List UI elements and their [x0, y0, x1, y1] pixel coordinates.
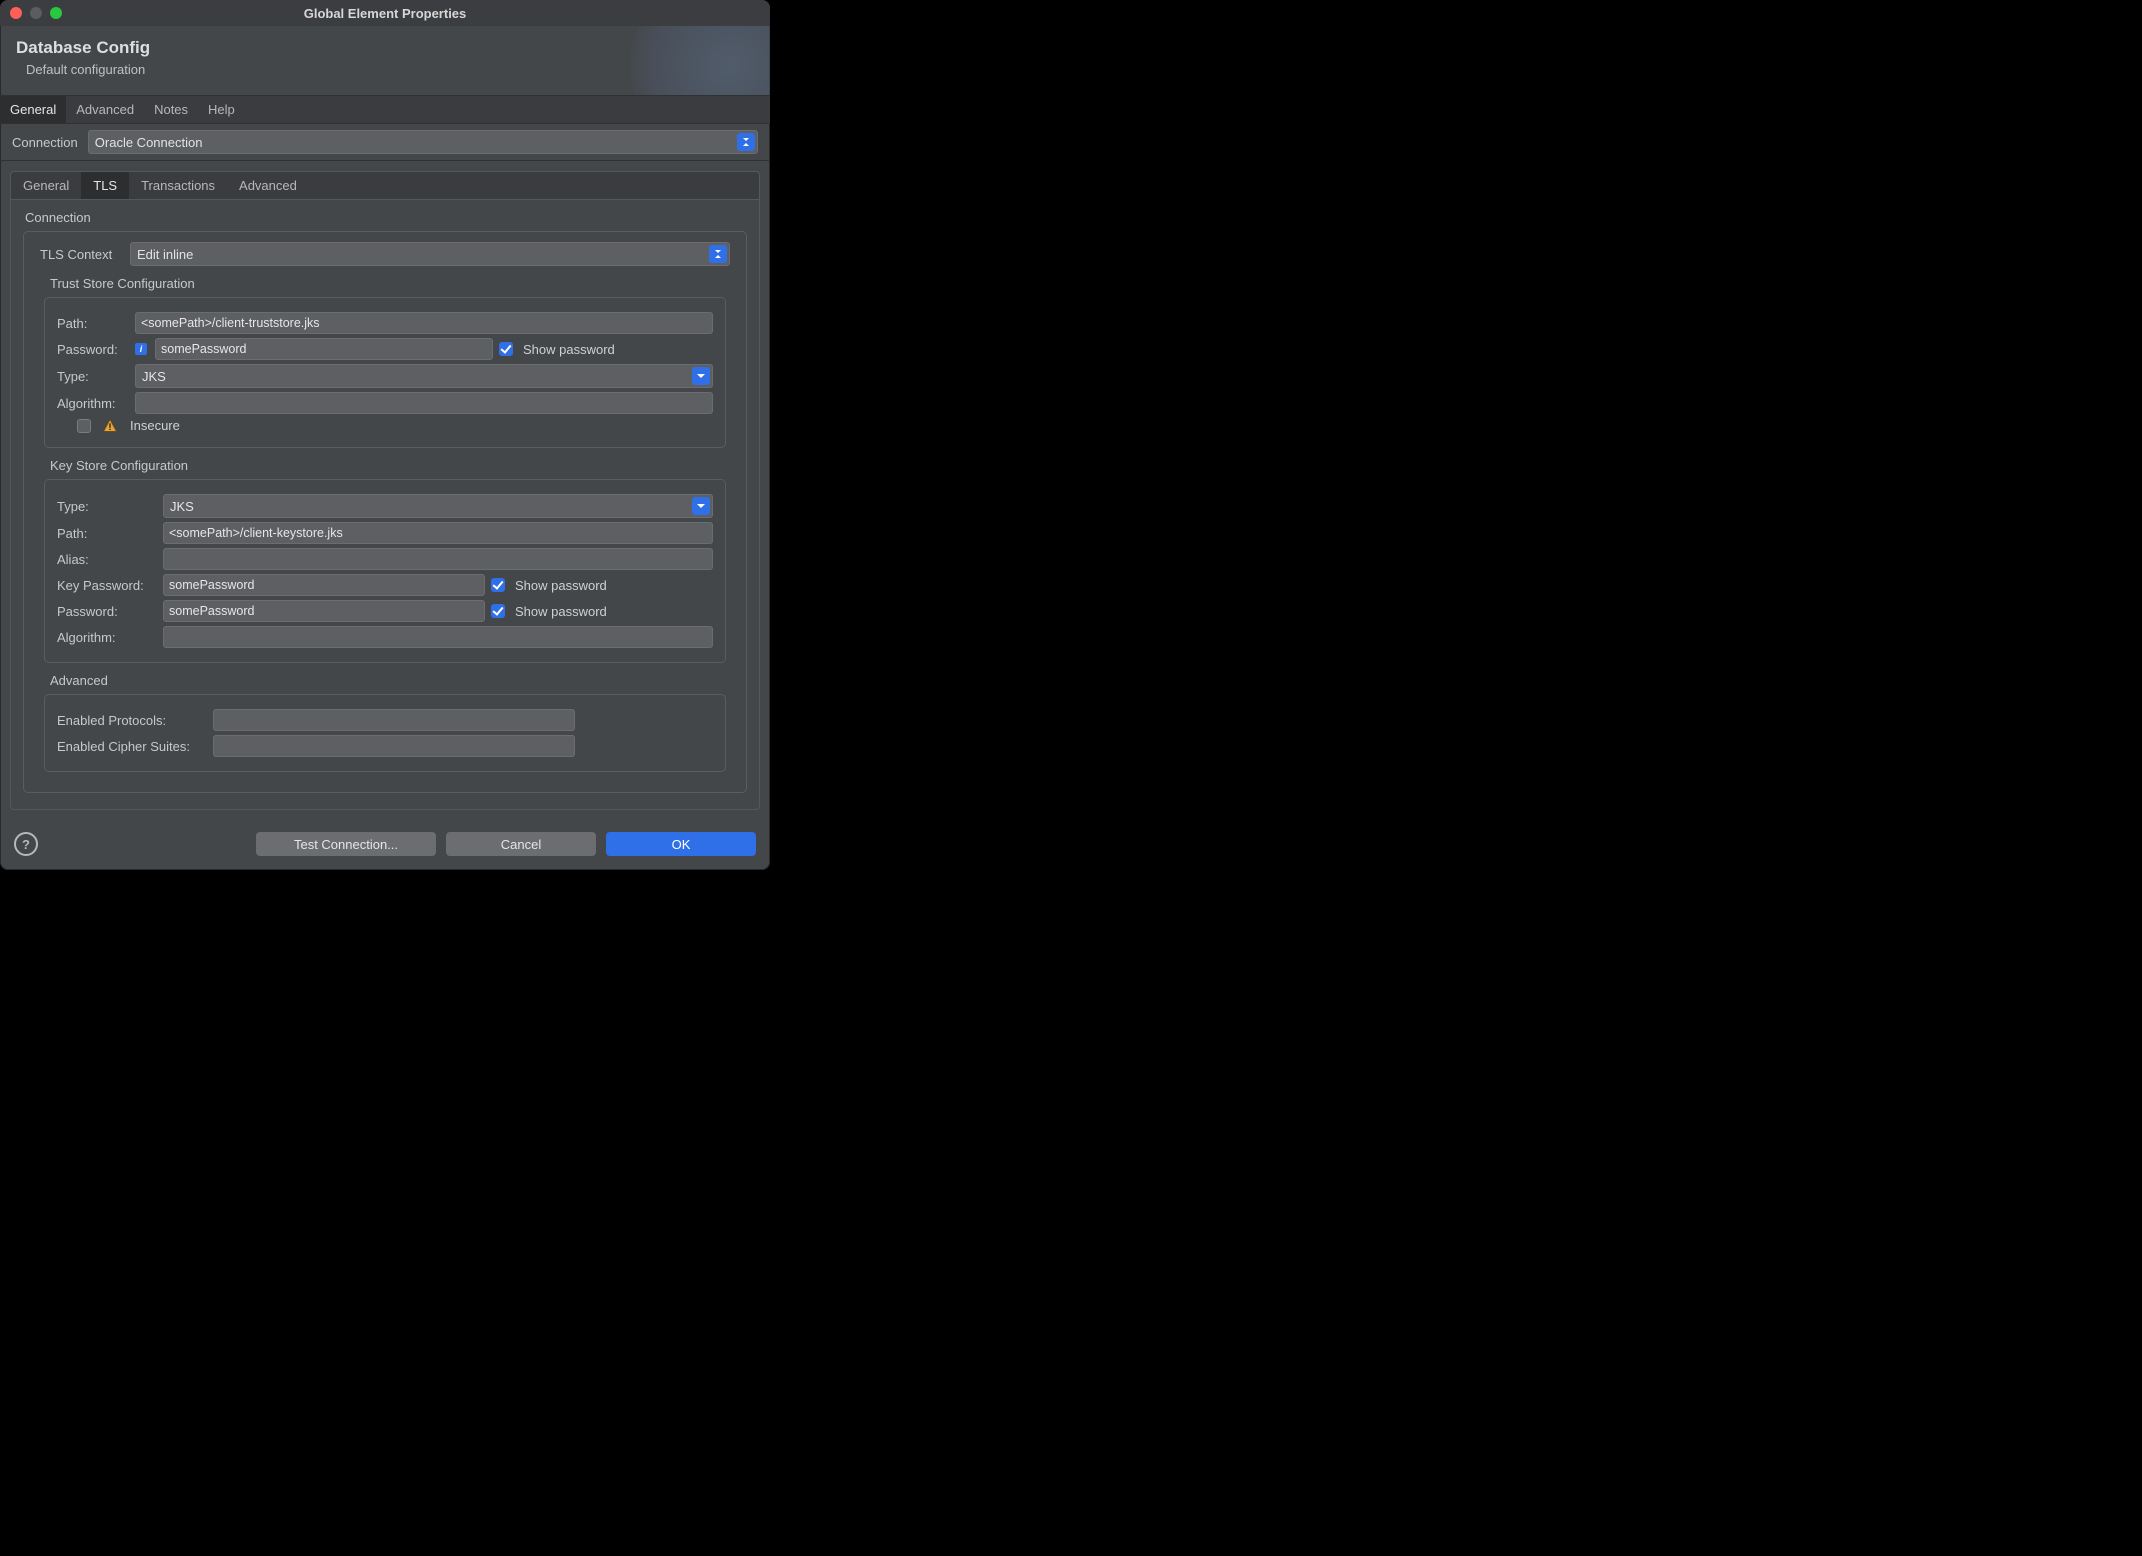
cancel-button[interactable]: Cancel: [446, 832, 596, 856]
keystore-show-password-checkbox[interactable]: [491, 604, 505, 618]
keystore-show-password-label: Show password: [515, 604, 607, 619]
truststore-algorithm-input[interactable]: [135, 392, 713, 414]
truststore-showpassword-checkbox[interactable]: [499, 342, 513, 356]
inner-tab-tls[interactable]: TLS: [81, 172, 129, 199]
truststore-algorithm-row: Algorithm:: [57, 392, 713, 414]
truststore-type-value: JKS: [142, 369, 166, 384]
info-icon: i: [135, 343, 147, 355]
header-decoration: [630, 26, 770, 96]
window-title: Global Element Properties: [0, 6, 770, 21]
dialog-footer: ? Test Connection... Cancel OK: [0, 820, 770, 870]
enabled-ciphers-input[interactable]: [213, 735, 575, 757]
connection-value: Oracle Connection: [95, 135, 203, 150]
tab-notes[interactable]: Notes: [144, 96, 198, 123]
enabled-ciphers-row: Enabled Cipher Suites:: [57, 735, 713, 757]
window-close-button[interactable]: [10, 7, 22, 19]
truststore-type-dropdown[interactable]: JKS: [135, 364, 713, 388]
help-button[interactable]: ?: [14, 832, 38, 856]
truststore-path-input[interactable]: [135, 312, 713, 334]
inner-tab-general[interactable]: General: [11, 172, 81, 199]
window-minimize-button[interactable]: [30, 7, 42, 19]
enabled-protocols-row: Enabled Protocols:: [57, 709, 713, 731]
inner-tabbar: General TLS Transactions Advanced: [11, 172, 759, 200]
tls-context-value: Edit inline: [137, 247, 193, 262]
chevron-down-icon: [692, 367, 710, 385]
keystore-path-label: Path:: [57, 526, 157, 541]
truststore-insecure-row: Insecure: [57, 418, 713, 433]
dropdown-arrow-icon: [709, 245, 727, 263]
tls-advanced-title: Advanced: [50, 673, 736, 688]
truststore-type-label: Type:: [57, 369, 129, 384]
question-icon: ?: [22, 837, 30, 852]
inner-tab-transactions[interactable]: Transactions: [129, 172, 227, 199]
truststore-password-label: Password:: [57, 342, 129, 357]
titlebar: Global Element Properties: [0, 0, 770, 26]
keystore-password-row: Password: Show password: [57, 600, 713, 622]
truststore-password-input[interactable]: [155, 338, 493, 360]
inner-tab-advanced[interactable]: Advanced: [227, 172, 309, 199]
keystore-show-keypassword-label: Show password: [515, 578, 607, 593]
keystore-keypassword-label: Key Password:: [57, 578, 157, 593]
tab-help[interactable]: Help: [198, 96, 245, 123]
window-zoom-button[interactable]: [50, 7, 62, 19]
truststore-title: Trust Store Configuration: [50, 276, 736, 291]
keystore-type-value: JKS: [170, 499, 194, 514]
keystore-password-label: Password:: [57, 604, 157, 619]
tls-connection-group: TLS Context Edit inline Trust Store Conf…: [23, 231, 747, 793]
tls-context-label: TLS Context: [40, 247, 124, 262]
truststore-path-row: Path:: [57, 312, 713, 334]
keystore-alias-label: Alias:: [57, 552, 157, 567]
tls-context-dropdown[interactable]: Edit inline: [130, 242, 730, 266]
connection-label: Connection: [12, 135, 78, 150]
warning-icon: [103, 419, 117, 433]
truststore-path-label: Path:: [57, 316, 129, 331]
keystore-group: Type: JKS Path: Alias:: [44, 479, 726, 663]
tls-context-row: TLS Context Edit inline: [34, 242, 736, 270]
keystore-type-row: Type: JKS: [57, 494, 713, 518]
keystore-show-keypassword-checkbox[interactable]: [491, 578, 505, 592]
truststore-password-row: Password: i Show password: [57, 338, 713, 360]
connection-row: Connection Oracle Connection: [0, 124, 770, 161]
truststore-type-row: Type: JKS: [57, 364, 713, 388]
keystore-type-label: Type:: [57, 499, 157, 514]
tls-section: Connection TLS Context Edit inline Trust…: [11, 200, 759, 809]
keystore-algorithm-label: Algorithm:: [57, 630, 157, 645]
keystore-keypassword-input[interactable]: [163, 574, 485, 596]
truststore-showpassword-label: Show password: [523, 342, 615, 357]
connection-panel: General TLS Transactions Advanced Connec…: [10, 171, 760, 810]
ok-button[interactable]: OK: [606, 832, 756, 856]
window-controls: [10, 7, 62, 19]
keystore-keypassword-row: Key Password: Show password: [57, 574, 713, 596]
keystore-password-input[interactable]: [163, 600, 485, 622]
enabled-protocols-label: Enabled Protocols:: [57, 713, 207, 728]
truststore-insecure-label: Insecure: [130, 418, 180, 433]
test-connection-button[interactable]: Test Connection...: [256, 832, 436, 856]
tab-general[interactable]: General: [0, 96, 66, 123]
keystore-title: Key Store Configuration: [50, 458, 736, 473]
enabled-ciphers-label: Enabled Cipher Suites:: [57, 739, 207, 754]
keystore-algorithm-row: Algorithm:: [57, 626, 713, 648]
chevron-down-icon: [692, 497, 710, 515]
connection-dropdown[interactable]: Oracle Connection: [88, 130, 758, 154]
keystore-path-input[interactable]: [163, 522, 713, 544]
dialog-header: Database Config Default configuration: [0, 26, 770, 96]
enabled-protocols-input[interactable]: [213, 709, 575, 731]
tls-advanced-group: Enabled Protocols: Enabled Cipher Suites…: [44, 694, 726, 772]
truststore-algorithm-label: Algorithm:: [57, 396, 129, 411]
dialog-window: Global Element Properties Database Confi…: [0, 0, 770, 870]
tls-connection-title: Connection: [25, 210, 747, 225]
keystore-alias-row: Alias:: [57, 548, 713, 570]
keystore-path-row: Path:: [57, 522, 713, 544]
keystore-type-dropdown[interactable]: JKS: [163, 494, 713, 518]
top-tabbar: General Advanced Notes Help: [0, 96, 770, 124]
keystore-algorithm-input[interactable]: [163, 626, 713, 648]
truststore-group: Path: Password: i Show password Type: JK: [44, 297, 726, 448]
dropdown-arrow-icon: [737, 133, 755, 151]
truststore-insecure-checkbox[interactable]: [77, 419, 91, 433]
tab-advanced[interactable]: Advanced: [66, 96, 144, 123]
keystore-alias-input[interactable]: [163, 548, 713, 570]
